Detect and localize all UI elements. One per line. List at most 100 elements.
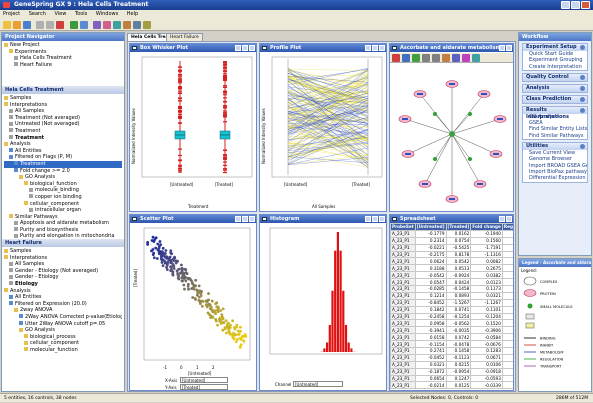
close-button[interactable] (506, 45, 512, 51)
menu-project[interactable]: Project (3, 11, 20, 17)
pathway-canvas[interactable] (390, 64, 513, 212)
tree-item[interactable]: cellular_component (4, 340, 122, 347)
workflow-link[interactable]: Experiment Grouping (523, 57, 587, 63)
maximize-button[interactable] (242, 216, 248, 222)
close-button[interactable] (506, 216, 512, 222)
tree-item[interactable]: All Entities (4, 294, 122, 301)
tree-item[interactable]: Filtered on Flags (P, M) (4, 154, 122, 161)
workflow-section-header[interactable]: Quality Control (523, 74, 587, 81)
yaxis-select[interactable]: [Treated] (180, 384, 228, 390)
table-row[interactable]: A_23_P10.01580.0742-0.05840.0 (391, 334, 515, 341)
menu-search[interactable]: Search (29, 11, 46, 17)
small-molecule-node[interactable] (468, 112, 472, 116)
tree-item[interactable]: Treatment (Not averaged) (4, 115, 122, 122)
maximize-button[interactable] (242, 45, 248, 51)
minimize-button[interactable] (365, 45, 371, 51)
table-row[interactable]: A_23_P10.31880.05130.26750.1 (391, 265, 515, 272)
spreadsheet-table[interactable]: ProbeSet[Untreated][Treated]Fold changeR… (390, 223, 514, 389)
tree-item[interactable]: molecular_function (4, 347, 122, 354)
tree-item[interactable]: 2way ANOVA (4, 307, 122, 314)
small-molecule-node[interactable] (433, 112, 437, 116)
table-row[interactable]: A_23_P1-0.0542-0.09240.03820.0 (391, 272, 515, 279)
minimize-button[interactable] (561, 1, 570, 9)
tree-item[interactable]: biological_process (4, 334, 122, 341)
profile-plot-canvas[interactable] (260, 53, 386, 212)
table-row[interactable]: A_23_P10.23140.07540.15600.1 (391, 237, 515, 244)
maximize-button[interactable] (571, 1, 580, 9)
tree-item[interactable]: intracellular organ (4, 207, 122, 214)
pathway-tool-icon[interactable] (412, 54, 420, 62)
close-button[interactable] (581, 1, 590, 9)
workflow-section-header[interactable]: Results Interpretations (523, 107, 587, 114)
menu-windows[interactable]: Windows (96, 11, 118, 17)
table-row[interactable]: A_23_P10.03210.02150.01060.0 (391, 361, 515, 368)
tree-item[interactable]: Purity and biosynthesis (4, 227, 122, 234)
tree-item[interactable]: Etiology (4, 281, 122, 288)
scatter-canvas[interactable] (130, 224, 256, 364)
chart-icon[interactable] (93, 21, 101, 29)
tree-item[interactable]: Treatment (4, 161, 122, 168)
run-icon[interactable] (70, 21, 78, 29)
table-row[interactable]: A_23_P10.27410.14580.12830.0 (391, 348, 515, 355)
tree-item[interactable]: Fold change >= 2.0 (4, 168, 122, 175)
export-icon[interactable] (143, 21, 151, 29)
save-icon[interactable] (23, 21, 31, 29)
tree-item[interactable]: Interpretations (4, 255, 122, 262)
menu-tools[interactable]: Tools (75, 11, 87, 17)
pathway-tool-icon[interactable] (392, 54, 400, 62)
zoom-in-icon[interactable] (422, 54, 430, 62)
table-row[interactable]: A_23_P1-0.8452-1.5267-1.1267-0.4 (391, 299, 515, 306)
delete-icon[interactable] (56, 21, 64, 29)
table-icon[interactable] (113, 21, 121, 29)
pathway-tool-icon[interactable] (442, 54, 450, 62)
tree-item[interactable]: All Samples (4, 261, 122, 268)
collapse-icon[interactable] (580, 108, 585, 113)
tree-item[interactable]: biological_function (4, 181, 122, 188)
maximize-button[interactable] (372, 45, 378, 51)
histogram-canvas[interactable] (260, 224, 386, 374)
tree-item[interactable]: copper ion binding (4, 194, 122, 201)
zoom-out-icon[interactable] (432, 54, 440, 62)
close-button[interactable] (379, 45, 385, 51)
maximize-button[interactable] (372, 216, 378, 222)
tree-item[interactable]: Experiments (4, 49, 122, 56)
box-plot-canvas[interactable] (130, 53, 256, 212)
tree-item[interactable]: GO Analysis (4, 174, 122, 181)
workflow-link[interactable]: Find Similar Entity Lists (523, 126, 587, 132)
pathway-tool-icon[interactable] (462, 54, 470, 62)
tree-item[interactable]: GO Analysis (4, 327, 122, 334)
table-row[interactable]: A_23_P1-0.0452-0.11230.06710.0 (391, 354, 515, 361)
column-header[interactable]: [Untreated] (415, 224, 446, 231)
tree-item[interactable]: Apoptosis and aldarate metabolism (4, 220, 122, 227)
tree-item[interactable]: Untreated (Not averaged) (4, 121, 122, 128)
table-row[interactable]: A_23_P1-0.3941-0.0035-0.3906-0.1 (391, 327, 515, 334)
close-button[interactable] (249, 216, 255, 222)
table-row[interactable]: A_23_P10.05470.04240.01230.0 (391, 279, 515, 286)
workflow-section-header[interactable]: Class Prediction (523, 96, 587, 103)
tree-item[interactable]: Utter 2Way ANOVA cutoff p=.05 (4, 321, 122, 328)
tab-heart-failure[interactable]: Heart Failure (166, 33, 203, 41)
tree-item[interactable]: Interpretations (4, 102, 122, 109)
minimize-button[interactable] (235, 216, 241, 222)
xaxis-select[interactable]: [Untreated] (180, 377, 228, 383)
table-row[interactable]: A_23_P10.12140.08930.03210.0 (391, 292, 515, 299)
table-row[interactable]: A_23_P10.06240.05420.00820.0 (391, 258, 515, 265)
tree-item[interactable]: Filtered on Expression (20.0) (4, 301, 122, 308)
tree-item[interactable]: Samples (4, 95, 122, 102)
minimize-button[interactable] (365, 216, 371, 222)
zoom-icon[interactable] (80, 21, 88, 29)
filter-icon[interactable] (123, 21, 131, 29)
pathway-tool-icon[interactable] (472, 54, 480, 62)
collapse-icon[interactable] (580, 144, 585, 149)
pathway-tool-icon[interactable] (402, 54, 410, 62)
workflow-section-header[interactable]: Utilities (523, 143, 587, 150)
tree-item[interactable]: New Project (4, 42, 122, 49)
channel-select[interactable]: [Untreated] (293, 381, 343, 387)
column-header[interactable]: Regulation (502, 224, 514, 231)
maximize-button[interactable] (499, 45, 505, 51)
profile-icon[interactable] (103, 21, 111, 29)
pathway-icon[interactable] (133, 21, 141, 29)
table-row[interactable]: A_23_P1-0.1872-0.0954-0.09180.0 (391, 368, 515, 375)
workflow-link[interactable]: Find Similar Pathways (523, 133, 587, 139)
small-molecule-node[interactable] (468, 157, 472, 161)
